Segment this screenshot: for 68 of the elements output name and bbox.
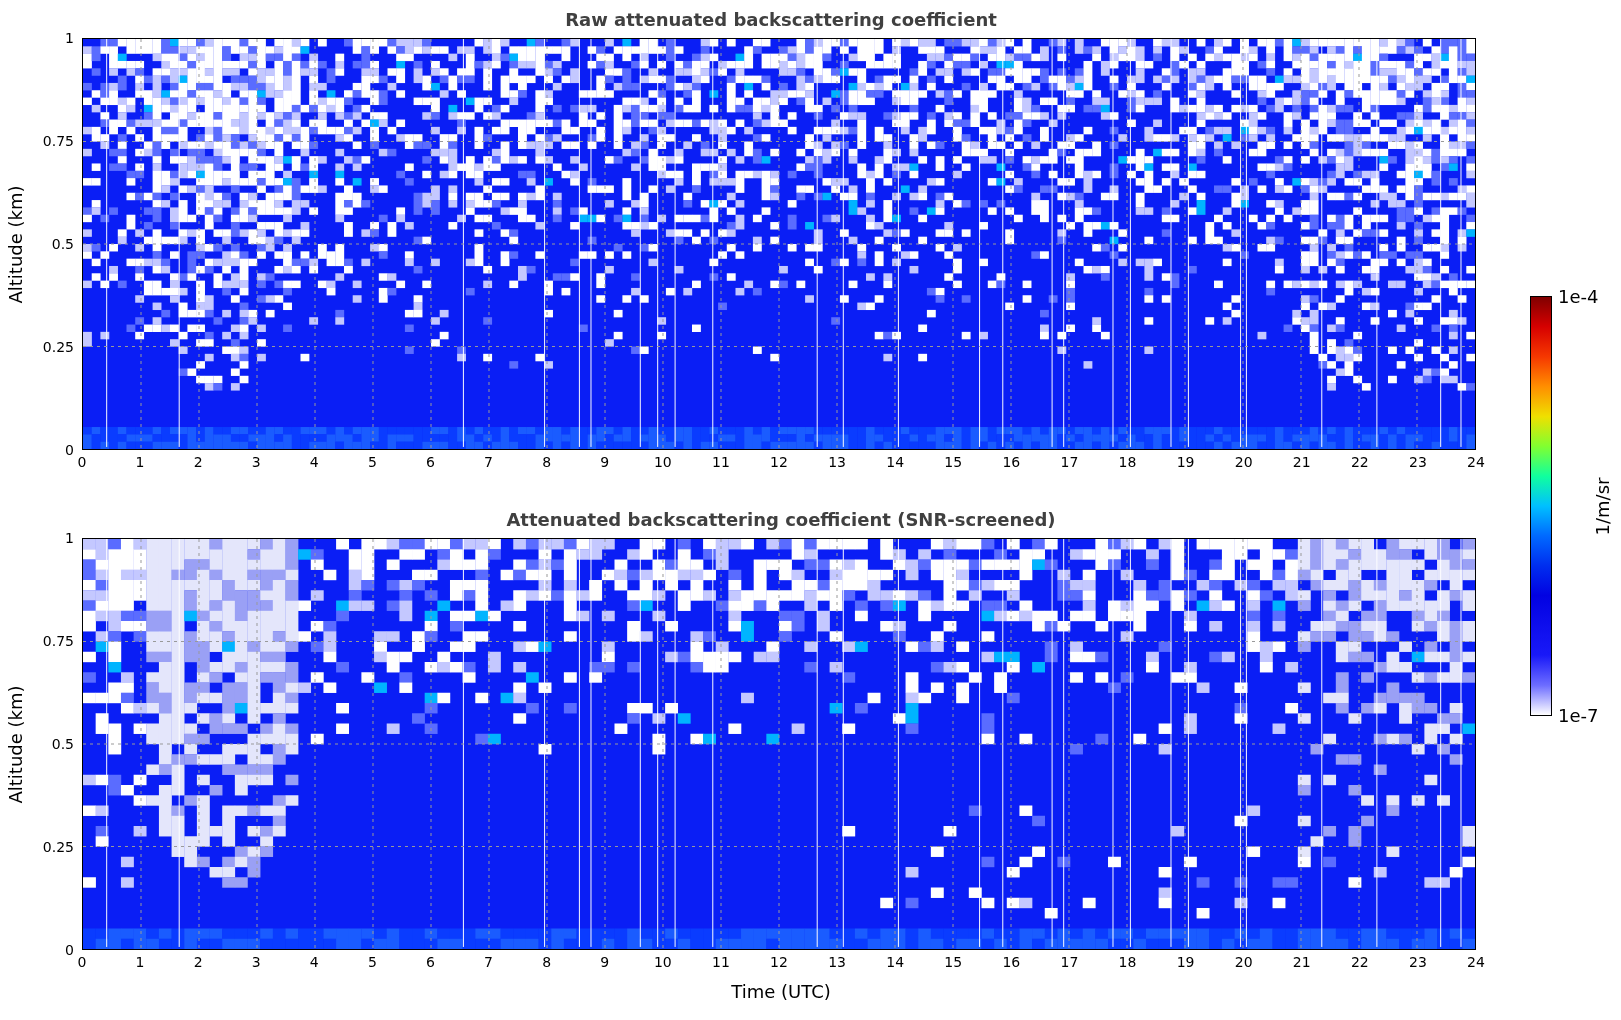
tick-label: 18	[1118, 454, 1137, 470]
axis-title: Altitude (km)	[4, 184, 26, 304]
tick-label: 0	[65, 942, 74, 958]
tick-label: 9	[600, 954, 610, 970]
tick-label: 1e-4	[1558, 286, 1599, 307]
tick-label: 0	[77, 954, 87, 970]
tick-label: 19	[1176, 454, 1195, 470]
tick-label: 0	[65, 442, 74, 458]
tick-label: 14	[886, 954, 905, 970]
tick-label: 10	[653, 454, 672, 470]
tick-label: 1	[65, 30, 74, 46]
tick-label: 1e-7	[1558, 705, 1599, 726]
tick-label: 8	[542, 954, 552, 970]
tick-label: 1	[135, 454, 145, 470]
tick-label: 22	[1350, 454, 1369, 470]
tick-label: 16	[1002, 954, 1021, 970]
tick-label: 5	[367, 954, 377, 970]
tick-label: 8	[542, 454, 552, 470]
tick-label: 6	[426, 954, 435, 970]
tick-label: 2	[193, 954, 203, 970]
tick-label: 11	[712, 454, 730, 470]
tick-label: 7	[484, 954, 494, 970]
tick-label: 1	[65, 530, 74, 546]
tick-label: 19	[1176, 954, 1195, 970]
tick-label: 10	[653, 954, 672, 970]
tick-label: 0.25	[42, 339, 74, 355]
tick-label: 18	[1118, 954, 1137, 970]
tick-label: 2	[193, 454, 203, 470]
tick-label: 6	[426, 454, 435, 470]
tick-label: 17	[1060, 954, 1079, 970]
tick-label: 4	[309, 454, 319, 470]
tick-label: 20	[1234, 454, 1253, 470]
tick-label: 17	[1060, 454, 1079, 470]
axis-title: Time (UTC)	[731, 980, 831, 1002]
axis-title: Altitude (km)	[4, 684, 26, 804]
tick-label: 23	[1409, 454, 1427, 470]
tick-label: 15	[944, 954, 963, 970]
tick-label: 0.25	[42, 839, 74, 855]
chart-title: Attenuated backscattering coefficient (SNR-screened)	[506, 508, 1056, 530]
tick-label: 0.5	[51, 736, 74, 752]
tick-label: 21	[1292, 454, 1311, 470]
tick-label: 23	[1409, 954, 1427, 970]
tick-label: 0.75	[42, 133, 74, 149]
tick-label: 24	[1467, 454, 1485, 470]
axis-title: 1/m/sr	[1592, 477, 1613, 535]
tick-label: 12	[770, 954, 788, 970]
tick-label: 14	[886, 454, 905, 470]
tick-label: 22	[1350, 954, 1369, 970]
tick-label: 1	[135, 954, 145, 970]
tick-label: 21	[1292, 954, 1311, 970]
tick-label: 15	[944, 454, 963, 470]
tick-label: 16	[1002, 454, 1021, 470]
tick-label: 11	[712, 954, 730, 970]
tick-label: 13	[828, 954, 846, 970]
tick-label: 0.75	[42, 633, 74, 649]
tick-label: 3	[251, 954, 261, 970]
tick-label: 0.5	[51, 236, 74, 252]
tick-label: 5	[367, 454, 377, 470]
tick-label: 13	[828, 454, 846, 470]
chart-title: Raw attenuated backscattering coefficient	[565, 8, 997, 30]
tick-label: 0	[77, 454, 87, 470]
tick-label: 7	[484, 454, 494, 470]
tick-label: 24	[1467, 954, 1485, 970]
tick-label: 20	[1234, 954, 1253, 970]
tick-label: 3	[251, 454, 261, 470]
tick-label: 9	[600, 454, 610, 470]
tick-label: 12	[770, 454, 788, 470]
tick-label: 4	[309, 954, 319, 970]
